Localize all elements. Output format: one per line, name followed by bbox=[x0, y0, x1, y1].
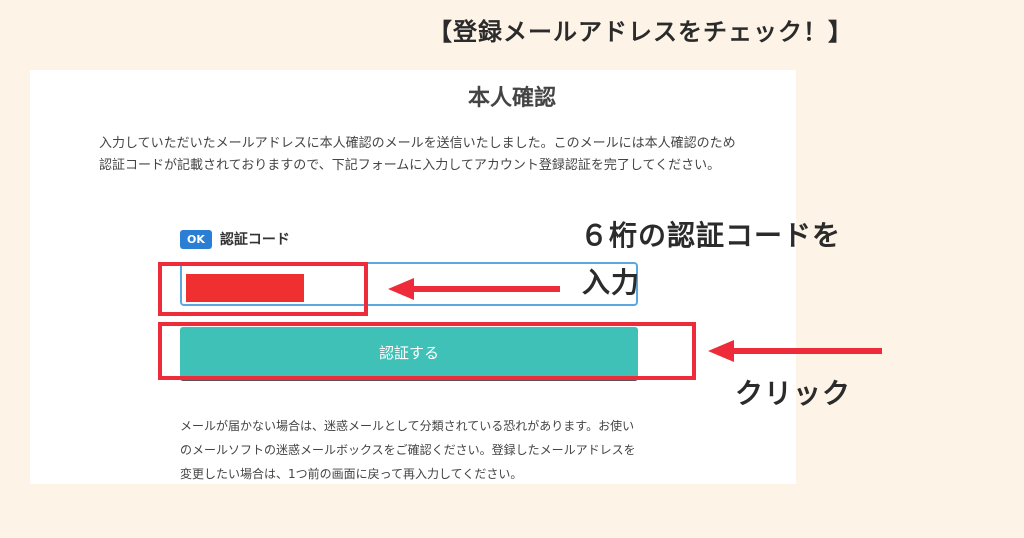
code-field-label: 認証コード bbox=[219, 232, 290, 248]
input-hint-line1: ６桁の認証コードを bbox=[580, 219, 842, 252]
headline: 【登録メールアドレスをチェック！】 bbox=[428, 18, 853, 46]
click-hint: クリック bbox=[735, 377, 852, 410]
ok-badge: OK bbox=[180, 229, 212, 249]
input-highlight-box bbox=[158, 262, 368, 316]
button-highlight-box bbox=[158, 322, 696, 380]
input-hint-line2: 入力 bbox=[582, 266, 641, 299]
arrow-left-icon bbox=[388, 278, 560, 300]
notice-text: メールが届かない場合は、迷惑メールとして分類されている恐れがあります。お使いのメ… bbox=[180, 419, 636, 481]
intro-text: 入力していただいたメールアドレスに本人確認のメールを送信いたしました。このメール… bbox=[99, 136, 736, 173]
field-label-row: OK 認証コード bbox=[180, 229, 290, 249]
page-title: 本人確認 bbox=[467, 86, 556, 111]
arrow-left-icon bbox=[708, 340, 882, 362]
